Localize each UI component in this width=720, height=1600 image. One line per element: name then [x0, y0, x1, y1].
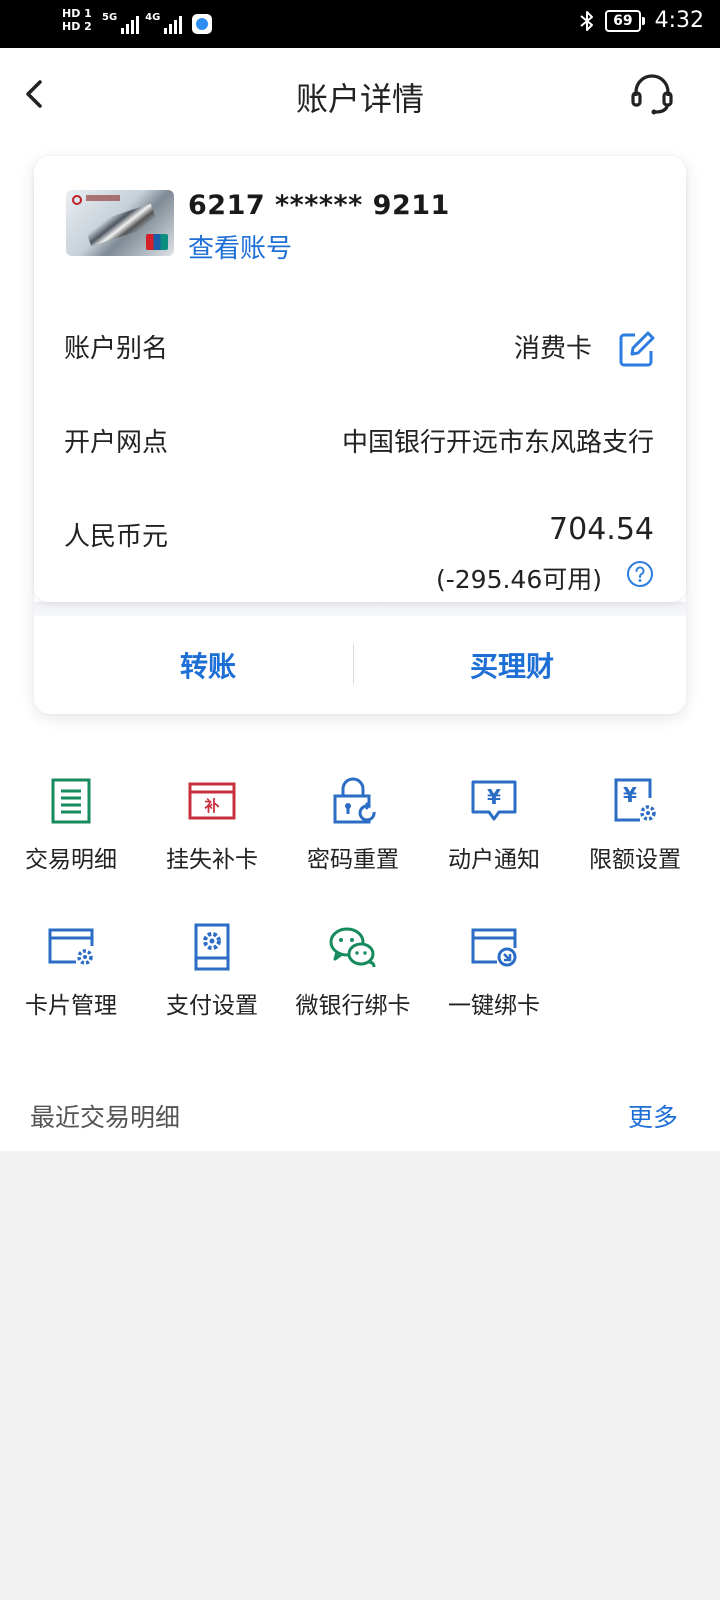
- battery-icon: 69: [605, 9, 646, 32]
- function-label: 卡片管理: [25, 993, 117, 1019]
- account-info-section: 6217 ****** 9211 查看账号 账户别名 消费卡 开户网点 中国银行…: [34, 156, 686, 602]
- balance-value: 704.54: [549, 512, 654, 547]
- transfer-button[interactable]: 转账: [48, 616, 368, 714]
- unionpay-logo-icon: [146, 234, 168, 250]
- buy-wealth-button[interactable]: 买理财: [352, 616, 672, 714]
- battery-level: 69: [613, 12, 633, 29]
- network-4g-label: 4G: [145, 12, 161, 23]
- payment-settings-icon: [194, 923, 230, 971]
- function-card-management[interactable]: 卡片管理: [0, 922, 142, 1032]
- view-account-link[interactable]: 查看账号: [188, 228, 292, 265]
- main-panel: 账户详情 6217 ****** 9211 查看账号 账户别名 消费卡 开户网点…: [0, 48, 720, 1151]
- available-balance: (-295.46可用): [435, 565, 602, 594]
- more-link[interactable]: 更多: [628, 1098, 678, 1134]
- function-one-click-bind[interactable]: 一键绑卡: [423, 922, 565, 1032]
- status-right: 69 4:32: [577, 8, 704, 33]
- network-5g-label: 5G: [102, 12, 118, 23]
- svg-text:¥: ¥: [487, 785, 501, 809]
- card-management-icon: [48, 928, 94, 965]
- function-account-notice[interactable]: ¥ 动户通知: [423, 776, 565, 886]
- one-click-bind-icon: [471, 928, 517, 967]
- alias-label: 账户别名: [64, 334, 169, 364]
- bank-logo-icon: [72, 195, 82, 205]
- function-wechat-bind[interactable]: 微银行绑卡: [282, 922, 424, 1032]
- wechat-bind-icon: [329, 927, 376, 968]
- function-label: 动户通知: [448, 847, 540, 873]
- report-loss-icon: 补: [188, 782, 236, 820]
- function-report-loss[interactable]: 补 挂失补卡: [141, 776, 283, 886]
- function-label: 限额设置: [589, 847, 681, 873]
- card-section-divider: [34, 602, 686, 616]
- clock: 4:32: [654, 8, 704, 33]
- status-bar: HD 1 HD 2 5G 4G 69 4:32: [0, 0, 720, 48]
- hd-2-label: HD 2: [62, 20, 92, 33]
- branch-label: 开户网点: [64, 428, 169, 458]
- edit-alias-icon[interactable]: [618, 330, 656, 368]
- function-payment-settings[interactable]: 支付设置: [141, 922, 283, 1032]
- password-reset-icon: [333, 777, 376, 824]
- function-label: 挂失补卡: [166, 847, 258, 873]
- action-row: 转账 买理财: [34, 616, 686, 714]
- bluetooth-icon: [580, 10, 594, 31]
- svg-text:¥: ¥: [623, 783, 637, 807]
- bank-card-image: [66, 190, 174, 256]
- function-label: 交易明细: [25, 847, 117, 873]
- function-label: 微银行绑卡: [295, 993, 411, 1019]
- svg-text:补: 补: [203, 797, 219, 815]
- function-transaction-detail[interactable]: 交易明细: [0, 776, 142, 886]
- function-label: 一键绑卡: [448, 993, 540, 1019]
- hd-indicator: HD 1 HD 2: [62, 7, 96, 33]
- signal-bars-icon: [121, 14, 140, 34]
- currency-label: 人民币元: [64, 522, 169, 552]
- account-card: 6217 ****** 9211 查看账号 账户别名 消费卡 开户网点 中国银行…: [34, 156, 686, 714]
- alias-value: 消费卡: [513, 334, 592, 364]
- function-password-reset[interactable]: 密码重置: [282, 776, 424, 886]
- app-notification-icon: [192, 14, 213, 34]
- help-icon[interactable]: [626, 560, 654, 588]
- transaction-detail-icon: [51, 778, 91, 824]
- function-label: 密码重置: [307, 847, 399, 873]
- hd-1-label: HD 1: [62, 7, 92, 20]
- account-notice-icon: ¥: [471, 780, 517, 821]
- branch-value: 中国银行开远市东风路支行: [341, 428, 654, 458]
- function-label: 支付设置: [166, 993, 258, 1019]
- limit-settings-icon: ¥: [614, 778, 656, 822]
- card-number: 6217 ****** 9211: [188, 190, 450, 221]
- page-title: 账户详情: [295, 80, 424, 118]
- function-limit-settings[interactable]: ¥ 限额设置: [564, 776, 706, 886]
- signal-bars-icon: [164, 14, 183, 34]
- customer-service-icon[interactable]: [628, 70, 676, 118]
- recent-transactions-title: 最近交易明细: [30, 1103, 181, 1132]
- status-left: HD 1 HD 2 5G 4G: [62, 6, 213, 34]
